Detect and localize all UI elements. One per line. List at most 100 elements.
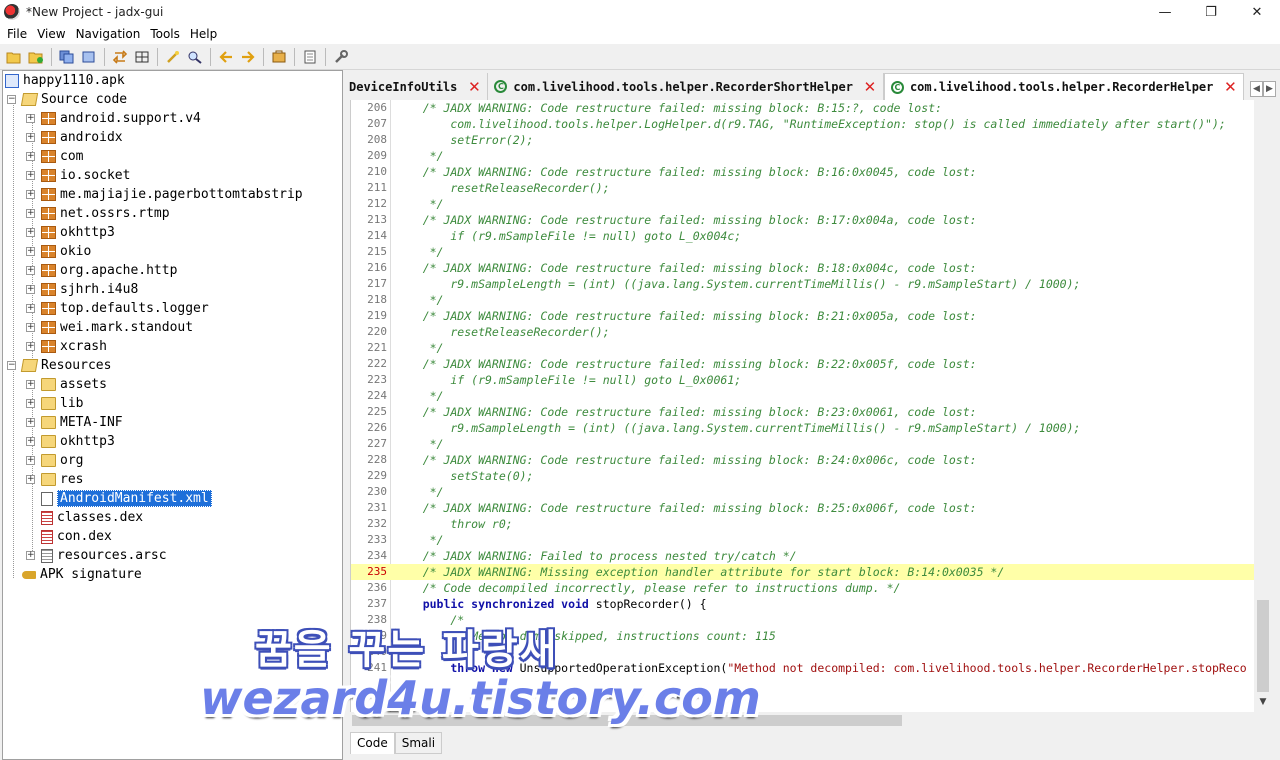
expand-icon[interactable]: + — [26, 342, 35, 351]
expand-icon[interactable]: + — [26, 114, 35, 123]
tree-resources[interactable]: − Resources — [7, 356, 111, 375]
expand-icon[interactable]: + — [26, 152, 35, 161]
line-number: 231 — [367, 501, 387, 514]
open-folder-icon[interactable] — [3, 46, 25, 68]
tree-package[interactable]: + me.majiajie.pagerbottomtabstrip — [26, 185, 303, 204]
close-button[interactable]: ✕ — [1234, 0, 1280, 24]
tree-resource-folder[interactable]: + lib — [26, 394, 83, 413]
tree-package[interactable]: + xcrash — [26, 337, 107, 356]
tree-package[interactable]: + wei.mark.standout — [26, 318, 193, 337]
code-text: throw new UnsupportedOperationException(… — [395, 660, 1246, 676]
tab-label: com.livelihood.tools.helper.RecorderShor… — [513, 79, 853, 94]
search-icon[interactable] — [184, 46, 206, 68]
expand-icon[interactable]: + — [26, 209, 35, 218]
log-icon[interactable] — [268, 46, 290, 68]
tree-package[interactable]: + org.apache.http — [26, 261, 177, 280]
expand-icon[interactable]: + — [26, 399, 35, 408]
code-text: */ — [395, 149, 444, 163]
tree-resource-folder[interactable]: + res — [26, 470, 83, 489]
tab-scroll-right-icon[interactable]: ▶ — [1263, 81, 1276, 97]
expand-icon[interactable]: + — [26, 323, 35, 332]
expand-icon[interactable]: + — [26, 285, 35, 294]
tree-resource-folder[interactable]: + META-INF — [26, 413, 123, 432]
tab-deviceinfoutils[interactable]: DeviceInfoUtils ✕ — [347, 73, 489, 100]
vertical-scroll-thumb[interactable] — [1257, 600, 1269, 692]
collapse-icon[interactable]: − — [7, 95, 16, 104]
tree-package[interactable]: + okhttp3 — [26, 223, 115, 242]
tree-resource-file[interactable]: classes.dex — [26, 508, 143, 527]
tree-node-label: io.socket — [60, 168, 131, 183]
expand-icon[interactable]: + — [26, 133, 35, 142]
menu-tools[interactable]: Tools — [145, 27, 185, 41]
tree-node-label: okio — [60, 244, 92, 259]
wand-icon[interactable] — [162, 46, 184, 68]
expand-icon[interactable]: + — [26, 304, 35, 313]
maximize-button[interactable]: ❐ — [1188, 0, 1234, 24]
flat-packages-icon[interactable] — [131, 46, 153, 68]
expand-icon[interactable]: + — [26, 456, 35, 465]
line-number: 223 — [367, 373, 387, 386]
tab-smali[interactable]: Smali — [394, 732, 443, 754]
expand-icon[interactable]: + — [26, 380, 35, 389]
tree-resource-file[interactable]: AndroidManifest.xml — [26, 489, 212, 508]
horizontal-scrollbar[interactable] — [350, 712, 1254, 729]
horizontal-scroll-thumb[interactable] — [352, 715, 902, 726]
sync-icon[interactable] — [109, 46, 131, 68]
code-text: throw r0; — [395, 517, 513, 531]
line-number: 211 — [367, 181, 387, 194]
tree-resource-folder[interactable]: + org — [26, 451, 83, 470]
settings-icon[interactable] — [330, 46, 352, 68]
tree-package[interactable]: + top.defaults.logger — [26, 299, 209, 318]
expand-icon[interactable]: + — [26, 418, 35, 427]
tree-source-code[interactable]: − Source code — [7, 90, 127, 109]
tree-root[interactable]: happy1110.apk — [5, 71, 125, 90]
menu-help[interactable]: Help — [185, 27, 222, 41]
add-file-icon[interactable] — [25, 46, 47, 68]
tree-package[interactable]: + com — [26, 147, 83, 166]
close-tab-icon[interactable]: ✕ — [467, 78, 481, 96]
tree-apk-signature[interactable]: APK signature — [7, 565, 142, 584]
tree-resource-file[interactable]: con.dex — [26, 527, 112, 546]
toolbar-separator — [51, 47, 52, 66]
collapse-icon[interactable]: − — [7, 361, 16, 370]
tab-recordershorthelper[interactable]: C com.livelihood.tools.helper.RecorderSh… — [488, 73, 884, 100]
tree-node-label: META-INF — [60, 415, 123, 430]
tree-package[interactable]: + net.ossrs.rtmp — [26, 204, 170, 223]
tab-code[interactable]: Code — [350, 732, 395, 754]
tab-label: com.livelihood.tools.helper.RecorderHelp… — [909, 80, 1214, 94]
tree-node-label: okhttp3 — [60, 434, 115, 449]
expand-icon[interactable]: + — [26, 437, 35, 446]
tree-package[interactable]: + sjhrh.i4u8 — [26, 280, 138, 299]
tree-resource-file[interactable]: + resources.arsc — [26, 546, 167, 565]
tree-package[interactable]: + android.support.v4 — [26, 109, 201, 128]
expand-icon[interactable]: + — [26, 247, 35, 256]
forward-arrow-icon[interactable] — [237, 46, 259, 68]
menu-view[interactable]: View — [32, 27, 70, 41]
menu-navigation[interactable]: Navigation — [71, 27, 146, 41]
tree-package[interactable]: + androidx — [26, 128, 123, 147]
minimize-button[interactable]: — — [1142, 0, 1188, 24]
back-arrow-icon[interactable] — [215, 46, 237, 68]
tree-package[interactable]: + okio — [26, 242, 91, 261]
expand-icon[interactable]: + — [26, 228, 35, 237]
preferences-icon[interactable] — [299, 46, 321, 68]
code-line: 224 */ — [351, 388, 1254, 404]
expand-icon[interactable]: + — [26, 551, 35, 560]
vertical-scrollbar[interactable]: ▼ — [1254, 100, 1272, 712]
tree-resource-folder[interactable]: + okhttp3 — [26, 432, 115, 451]
menu-file[interactable]: File — [2, 27, 32, 41]
tab-recorderhelper[interactable]: C com.livelihood.tools.helper.RecorderHe… — [883, 73, 1245, 100]
tree-resource-folder[interactable]: + assets — [26, 375, 107, 394]
tree-package[interactable]: + io.socket — [26, 166, 130, 185]
expand-icon[interactable]: + — [26, 266, 35, 275]
export-icon[interactable] — [78, 46, 100, 68]
save-all-icon[interactable] — [56, 46, 78, 68]
expand-icon[interactable]: + — [26, 475, 35, 484]
close-tab-icon[interactable]: ✕ — [863, 78, 877, 96]
expand-icon[interactable]: + — [26, 171, 35, 180]
expand-icon[interactable]: + — [26, 190, 35, 199]
code-viewer[interactable]: 206 /* JADX WARNING: Code restructure fa… — [350, 100, 1254, 712]
scroll-down-icon[interactable]: ▼ — [1254, 694, 1272, 710]
close-tab-icon[interactable]: ✕ — [1223, 78, 1237, 96]
tab-scroll-left-icon[interactable]: ◀ — [1250, 81, 1263, 97]
